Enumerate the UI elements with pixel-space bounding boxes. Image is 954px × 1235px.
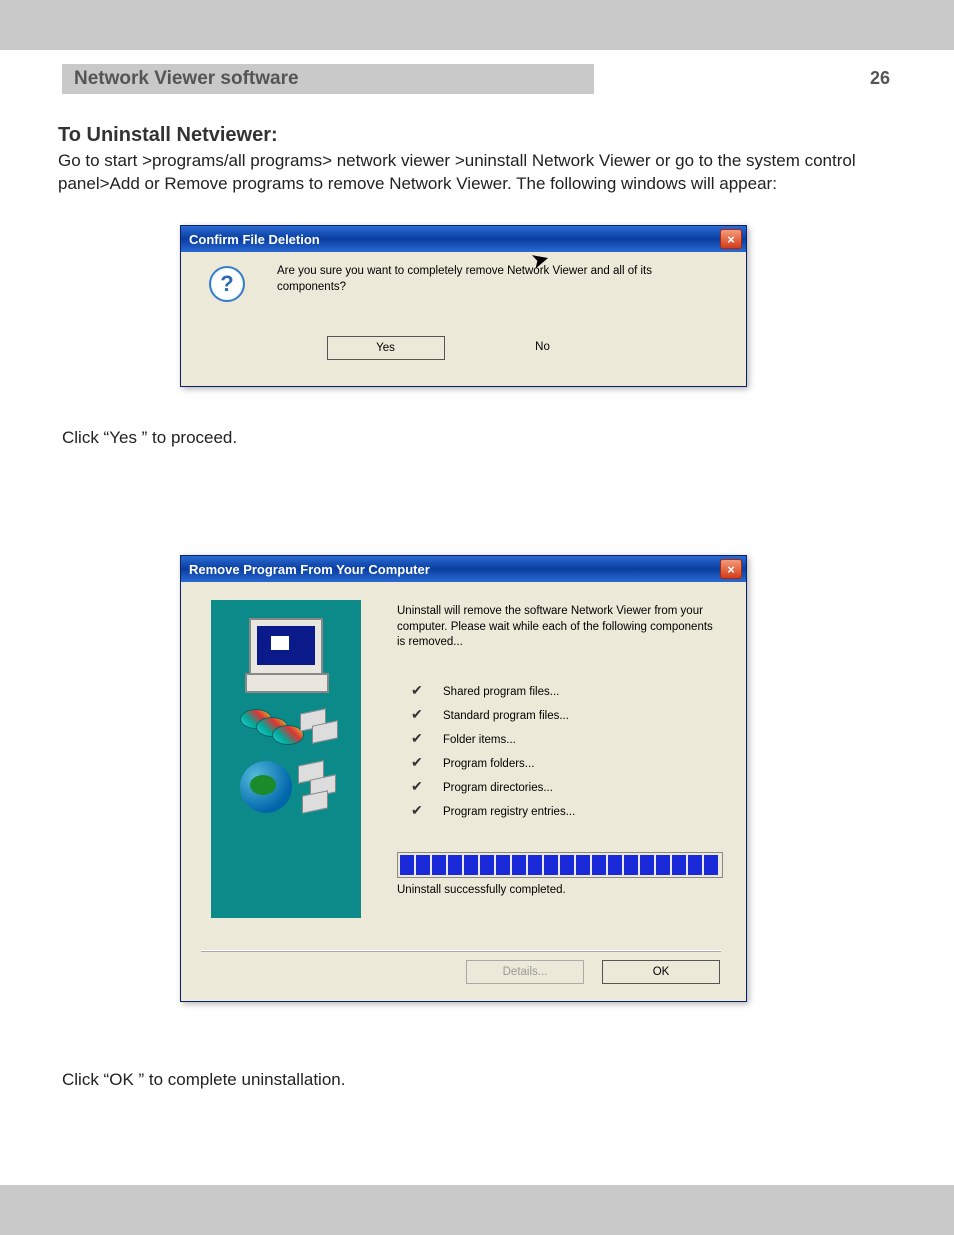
confirm-title: Confirm File Deletion bbox=[189, 232, 320, 247]
section-body: Go to start >programs/all programs> netw… bbox=[58, 150, 898, 196]
remove-description: Uninstall will remove the software Netwo… bbox=[397, 604, 722, 651]
check-icon bbox=[413, 757, 427, 771]
remove-check-list: Shared program files... Standard program… bbox=[413, 680, 713, 824]
check-icon bbox=[413, 733, 427, 747]
header-band: Network Viewer software bbox=[62, 64, 594, 94]
confirm-titlebar: Confirm File Deletion × bbox=[181, 226, 746, 252]
remove-dialog: Remove Program From Your Computer × Unin… bbox=[180, 555, 747, 1002]
no-button[interactable]: No bbox=[485, 336, 601, 358]
list-item-label: Program registry entries... bbox=[443, 806, 575, 818]
list-item-label: Standard program files... bbox=[443, 710, 569, 722]
close-button[interactable]: × bbox=[720, 229, 742, 249]
list-item: Shared program files... bbox=[413, 680, 713, 704]
section-title: To Uninstall Netviewer: bbox=[58, 124, 278, 147]
list-item: Standard program files... bbox=[413, 704, 713, 728]
close-button[interactable]: × bbox=[720, 559, 742, 579]
ok-button[interactable]: OK bbox=[602, 960, 720, 984]
list-item: Program folders... bbox=[413, 752, 713, 776]
list-item: Folder items... bbox=[413, 728, 713, 752]
remove-title: Remove Program From Your Computer bbox=[189, 562, 430, 577]
remove-button-row: Details... OK bbox=[466, 960, 720, 984]
yes-button[interactable]: Yes bbox=[327, 336, 445, 360]
page-number: 26 bbox=[870, 68, 890, 89]
caption-ok: Click “OK ” to complete uninstallation. bbox=[62, 1070, 345, 1090]
progress-bar bbox=[397, 852, 723, 878]
list-item-label: Shared program files... bbox=[443, 686, 559, 698]
check-icon bbox=[413, 805, 427, 819]
divider bbox=[201, 950, 721, 952]
header-title: Network Viewer software bbox=[74, 68, 299, 90]
list-item-label: Program folders... bbox=[443, 758, 534, 770]
globe-icon bbox=[236, 757, 336, 817]
question-icon: ? bbox=[209, 266, 245, 302]
list-item-label: Folder items... bbox=[443, 734, 516, 746]
check-icon bbox=[413, 685, 427, 699]
list-item: Program registry entries... bbox=[413, 800, 713, 824]
page: Network Viewer software 26 To Uninstall … bbox=[0, 50, 954, 1185]
confirm-dialog: Confirm File Deletion × ➤ ? Are you sure… bbox=[180, 225, 747, 387]
computer-icon bbox=[241, 618, 331, 693]
list-item-label: Program directories... bbox=[443, 782, 553, 794]
caption-yes: Click “Yes ” to proceed. bbox=[62, 428, 237, 448]
remove-titlebar: Remove Program From Your Computer × bbox=[181, 556, 746, 582]
confirm-message: Are you sure you want to completely remo… bbox=[277, 264, 717, 295]
disks-icon bbox=[236, 705, 336, 745]
remove-status: Uninstall successfully completed. bbox=[397, 884, 566, 896]
check-icon bbox=[413, 709, 427, 723]
confirm-button-row: Yes No bbox=[181, 336, 746, 360]
list-item: Program directories... bbox=[413, 776, 713, 800]
details-button: Details... bbox=[466, 960, 584, 984]
wizard-art-panel bbox=[211, 600, 361, 918]
check-icon bbox=[413, 781, 427, 795]
